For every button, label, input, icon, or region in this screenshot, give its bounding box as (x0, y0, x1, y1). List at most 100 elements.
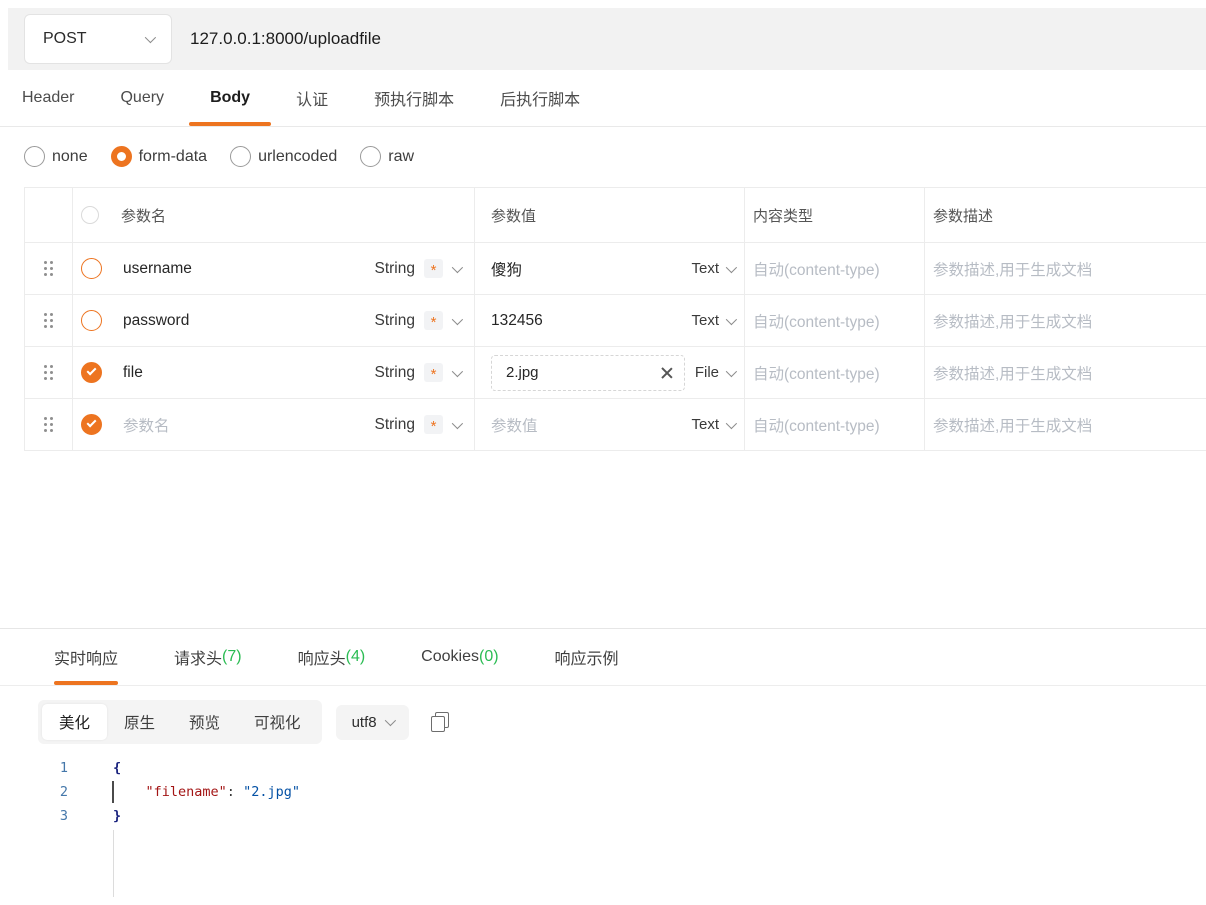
view-mode-button[interactable]: 美化 (42, 704, 107, 740)
response-section: 实时响应 请求头(7) 响应头(4) Cookies(0) 响应示例 美化 原生… (0, 628, 1206, 887)
chevron-down-icon (452, 417, 463, 428)
file-value-box[interactable]: 2.jpg (491, 355, 685, 391)
text-cursor (112, 781, 114, 803)
value-type-select[interactable]: File (695, 364, 734, 381)
code-lines: { "filename": "2.jpg"} (113, 756, 1206, 828)
chevron-down-icon (452, 313, 463, 324)
value-type-label: File (695, 364, 719, 381)
required-badge[interactable]: * (424, 415, 443, 434)
param-type-select[interactable]: String * (375, 259, 461, 278)
param-type-label: String (375, 260, 416, 278)
response-tab[interactable]: 实时响应 (54, 629, 118, 685)
request-tab-label: Query (120, 89, 164, 107)
response-toolbar: 美化 原生 预览 可视化 utf8 (0, 686, 1206, 744)
row-checkbox[interactable] (81, 414, 102, 435)
value-type-select[interactable]: Text (691, 260, 734, 277)
url-input[interactable]: 127.0.0.1:8000/uploadfile (190, 29, 1206, 49)
param-name-input[interactable]: file (123, 364, 375, 382)
view-mode-button[interactable]: 可视化 (237, 704, 318, 740)
row-checkbox[interactable] (81, 310, 102, 331)
view-mode-label: 原生 (124, 715, 155, 732)
request-tab-label: Body (210, 89, 250, 107)
encoding-label: utf8 (352, 714, 377, 731)
request-tab[interactable]: Header (22, 70, 74, 126)
response-tab-label: 请求头 (174, 645, 222, 669)
body-mode-label: form-data (139, 148, 207, 166)
encoding-select[interactable]: utf8 (336, 705, 409, 740)
body-mode-label: urlencoded (258, 148, 337, 166)
param-value-input[interactable]: 参数值 (491, 414, 691, 436)
param-name-input[interactable]: username (123, 260, 375, 278)
param-type-select[interactable]: String * (375, 415, 461, 434)
request-tab[interactable]: 预执行脚本 (374, 70, 454, 126)
copy-icon[interactable] (431, 712, 449, 732)
param-row: username String * 傻狗 傻狗 Text (25, 243, 1206, 295)
request-tab-label: Header (22, 89, 74, 107)
response-tab-label: 实时响应 (54, 645, 118, 669)
chevron-down-icon (726, 417, 737, 428)
body-mode-option[interactable]: raw (360, 146, 414, 167)
param-row: 参数名 String * 参数值 参数值 Text 自动( (25, 399, 1206, 451)
drag-handle-icon[interactable] (44, 313, 47, 316)
view-mode-button[interactable]: 预览 (172, 704, 237, 740)
param-type-select[interactable]: String * (375, 363, 461, 382)
required-badge[interactable]: * (424, 259, 443, 278)
select-all-checkbox[interactable] (81, 206, 99, 224)
param-type-select[interactable]: String * (375, 311, 461, 330)
drag-handle-icon[interactable] (44, 417, 47, 420)
drag-handle-icon[interactable] (44, 261, 47, 264)
request-tab[interactable]: 后执行脚本 (500, 70, 580, 126)
value-type-label: Text (691, 416, 719, 433)
content-type-input[interactable]: 自动(content-type) (753, 414, 880, 436)
description-input[interactable]: 参数描述,用于生成文档 (933, 362, 1092, 384)
chevron-down-icon (726, 261, 737, 272)
response-body-editor[interactable]: 123 { "filename": "2.jpg"} (0, 756, 1206, 887)
file-name: 2.jpg (506, 364, 660, 381)
body-mode-option[interactable]: urlencoded (230, 146, 337, 167)
check-icon (86, 418, 96, 428)
description-input[interactable]: 参数描述,用于生成文档 (933, 258, 1092, 280)
request-tab[interactable]: 认证 (296, 70, 328, 126)
required-badge[interactable]: * (424, 363, 443, 382)
param-value-input[interactable]: 傻狗 (491, 258, 691, 280)
param-row: password String * 132456 132456 Text (25, 295, 1206, 347)
handle-column-header (25, 188, 73, 242)
param-name-input[interactable]: password (123, 312, 375, 330)
gutter: 123 (0, 756, 72, 828)
chevron-down-icon (452, 365, 463, 376)
view-mode-label: 预览 (189, 715, 220, 732)
view-mode-segmented-control: 美化 原生 预览 可视化 (38, 700, 322, 744)
param-type-label: String (375, 416, 416, 434)
response-tab[interactable]: 响应头(4) (298, 629, 366, 685)
response-tab[interactable]: Cookies(0) (421, 629, 498, 685)
radio-icon (360, 146, 381, 167)
row-checkbox[interactable] (81, 258, 102, 279)
request-tab[interactable]: Query (120, 70, 164, 126)
body-mode-option[interactable]: none (24, 146, 88, 167)
description-input[interactable]: 参数描述,用于生成文档 (933, 310, 1092, 332)
description-input[interactable]: 参数描述,用于生成文档 (933, 414, 1092, 436)
request-tab-label: 后执行脚本 (500, 86, 580, 110)
radio-icon (230, 146, 251, 167)
content-type-input[interactable]: 自动(content-type) (753, 258, 880, 280)
value-type-select[interactable]: Text (691, 312, 734, 329)
param-value-input[interactable]: 132456 (491, 312, 691, 330)
clear-file-icon[interactable] (660, 366, 674, 380)
body-mode-option[interactable]: form-data (111, 146, 207, 167)
drag-handle-icon[interactable] (44, 365, 47, 368)
response-tab[interactable]: 响应示例 (555, 629, 619, 685)
content-type-input[interactable]: 自动(content-type) (753, 362, 880, 384)
view-mode-button[interactable]: 原生 (107, 704, 172, 740)
param-row: file String * 2.jpg 2.jpg File (25, 347, 1206, 399)
content-type-input[interactable]: 自动(content-type) (753, 310, 880, 332)
request-tab[interactable]: Body (210, 70, 250, 126)
value-type-select[interactable]: Text (691, 416, 734, 433)
row-checkbox[interactable] (81, 362, 102, 383)
request-tab-bar: Header Query Body 认证 预执行脚本 后执行脚本 (0, 70, 1206, 127)
column-header-name: 参数名 (121, 205, 166, 226)
param-type-label: String (375, 312, 416, 330)
method-select[interactable]: POST (24, 14, 172, 64)
param-name-input[interactable]: 参数名 (123, 414, 375, 436)
required-badge[interactable]: * (424, 311, 443, 330)
response-tab[interactable]: 请求头(7) (174, 629, 242, 685)
